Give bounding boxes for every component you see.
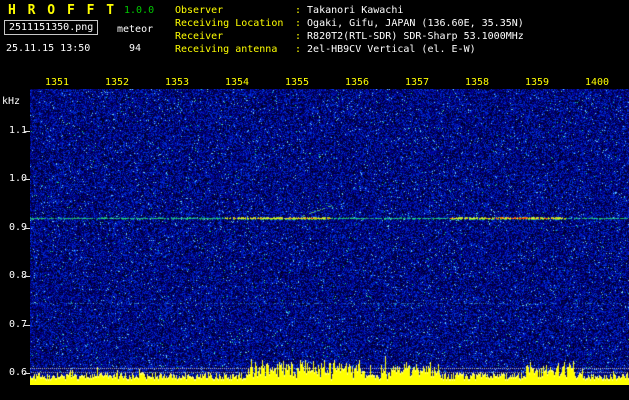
freq-label: 0.7 (8, 319, 27, 330)
spectrogram-canvas (30, 89, 629, 385)
info-value: 2el-HB9CV Vertical (el. E-W) (307, 44, 476, 55)
time-label: 1352 (104, 77, 130, 88)
meteor-count: 94 (129, 43, 142, 54)
freq-label: 1.1 (8, 125, 27, 136)
info-value: Takanori Kawachi (307, 5, 404, 16)
info-row: Receiving antenna:2el-HB9CV Vertical (el… (175, 43, 524, 56)
time-label: 1356 (344, 77, 370, 88)
info-colon: : (295, 18, 302, 29)
app-version: 1.0.0 (124, 5, 155, 16)
time-label: 1358 (464, 77, 490, 88)
hrofft-window: { "app": { "title_letters": "H R O F F T… (0, 0, 629, 400)
info-value: R820T2(RTL-SDR) SDR-Sharp 53.1000MHz (307, 31, 524, 42)
time-label: 1355 (284, 77, 310, 88)
info-row: Receiving Location: Ogaki, Gifu, JAPAN (1… (175, 17, 524, 30)
mode-label: meteor (117, 24, 154, 35)
datetime-label: 25.11.15 13:50 (6, 43, 91, 54)
info-label: Observer (175, 5, 224, 16)
info-label: Receiver (175, 31, 224, 42)
observation-info: Observer: Takanori Kawachi Receiving Loca… (175, 4, 524, 56)
info-colon: : (295, 5, 302, 16)
freq-label: 0.8 (8, 270, 27, 281)
freq-unit-label: kHz (2, 96, 21, 107)
filename-box: 2511151350.png (4, 20, 99, 35)
time-label: 1400 (584, 77, 610, 88)
time-label: 1353 (164, 77, 190, 88)
time-label: 1357 (404, 77, 430, 88)
time-label: 1354 (224, 77, 250, 88)
app-title: H R O F F T (8, 3, 117, 18)
freq-label: 0.9 (8, 222, 27, 233)
info-value: Ogaki, Gifu, JAPAN (136.60E, 35.35N) (307, 18, 524, 29)
info-label: Receiving Location (175, 18, 284, 29)
time-label: 1359 (524, 77, 550, 88)
freq-label: 1.0 (8, 173, 27, 184)
info-row: Receiver: R820T2(RTL-SDR) SDR-Sharp 53.10… (175, 30, 524, 43)
info-colon: : (295, 31, 302, 42)
info-label: Receiving antenna (175, 44, 278, 55)
time-label: 1351 (44, 77, 70, 88)
info-row: Observer: Takanori Kawachi (175, 4, 524, 17)
info-colon: : (295, 44, 302, 55)
freq-label: 0.6 (8, 367, 27, 378)
